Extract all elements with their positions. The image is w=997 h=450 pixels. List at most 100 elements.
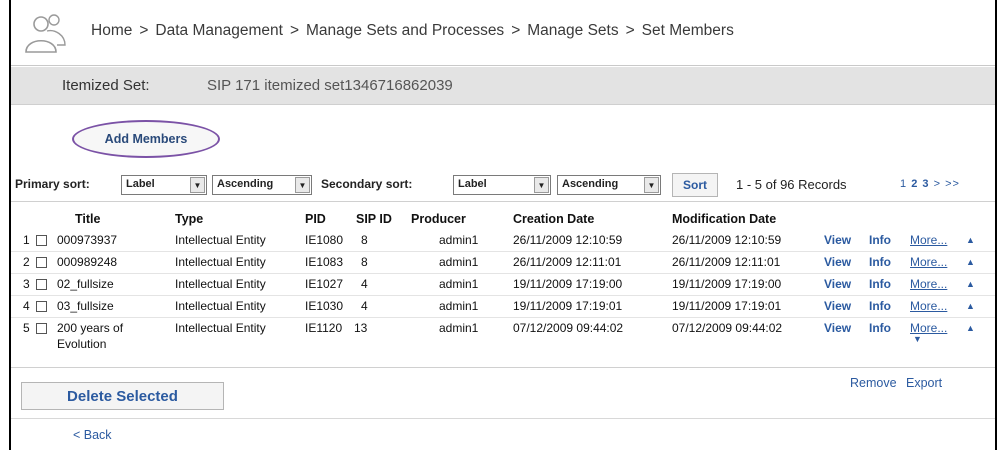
secondary-sort-label: Secondary sort: bbox=[321, 177, 413, 191]
header-sip-id[interactable]: SIP ID bbox=[356, 212, 392, 226]
header-title[interactable]: Title bbox=[75, 212, 100, 226]
records-count: 1 - 5 of 96 Records bbox=[736, 177, 847, 192]
row-producer: admin1 bbox=[439, 277, 479, 291]
view-link[interactable]: View bbox=[824, 277, 851, 291]
header-pid[interactable]: PID bbox=[305, 212, 326, 226]
more-link[interactable]: More... bbox=[910, 299, 947, 313]
next-page-link[interactable]: > bbox=[934, 178, 941, 190]
chevron-down-icon: ▼ bbox=[190, 177, 205, 193]
caret-down-icon[interactable]: ▼ bbox=[913, 334, 922, 344]
row-modification-date: 26/11/2009 12:10:59 bbox=[672, 233, 782, 247]
row-checkbox[interactable] bbox=[36, 257, 47, 268]
row-modification-date: 19/11/2009 17:19:01 bbox=[672, 299, 782, 313]
info-link[interactable]: Info bbox=[869, 255, 891, 269]
primary-sort-label: Primary sort: bbox=[15, 177, 90, 191]
delete-selected-button[interactable]: Delete Selected bbox=[21, 382, 224, 410]
secondary-sort-field-select[interactable]: Label ▼ bbox=[453, 175, 551, 195]
row-creation-date: 26/11/2009 12:11:01 bbox=[513, 255, 622, 269]
header-modification-date[interactable]: Modification Date bbox=[672, 212, 776, 226]
row-sip-id: 13 bbox=[354, 321, 368, 335]
primary-sort-field-select[interactable]: Label ▼ bbox=[121, 175, 207, 195]
breadcrumb: Home > Data Management > Manage Sets and Pro… bbox=[91, 22, 734, 40]
more-link[interactable]: More... bbox=[910, 277, 947, 291]
more-link[interactable]: More... bbox=[910, 321, 947, 335]
row-sip-id: 8 bbox=[361, 233, 368, 247]
primary-sort-order-value: Ascending bbox=[217, 178, 274, 190]
sort-button[interactable]: Sort bbox=[672, 173, 718, 197]
info-link[interactable]: Info bbox=[869, 233, 891, 247]
row-type: Intellectual Entity bbox=[175, 233, 266, 247]
row-number: 5 bbox=[23, 321, 30, 335]
row-number: 1 bbox=[23, 233, 30, 247]
pagination: 1 2 3 > >> bbox=[900, 178, 960, 190]
more-link[interactable]: More... bbox=[910, 255, 947, 269]
caret-up-icon[interactable]: ▲ bbox=[966, 279, 975, 289]
caret-up-icon[interactable]: ▲ bbox=[966, 323, 975, 333]
itemized-set-bar: Itemized Set: SIP 171 itemized set134671… bbox=[11, 67, 995, 105]
chevron-down-icon: ▼ bbox=[295, 177, 310, 193]
back-link[interactable]: < Back bbox=[73, 428, 112, 442]
row-sip-id: 4 bbox=[361, 277, 368, 291]
row-producer: admin1 bbox=[439, 233, 479, 247]
last-page-link[interactable]: >> bbox=[945, 178, 960, 190]
view-link[interactable]: View bbox=[824, 299, 851, 313]
breadcrumb-manage-sets-processes[interactable]: Manage Sets and Processes bbox=[306, 22, 504, 39]
chevron-down-icon: ▼ bbox=[534, 177, 549, 193]
add-members-button[interactable]: Add Members bbox=[72, 120, 220, 158]
more-link[interactable]: More... bbox=[910, 233, 947, 247]
row-title: 03_fullsize bbox=[57, 299, 114, 313]
view-link[interactable]: View bbox=[824, 255, 851, 269]
row-checkbox[interactable] bbox=[36, 279, 47, 290]
row-checkbox[interactable] bbox=[36, 301, 47, 312]
row-checkbox[interactable] bbox=[36, 235, 47, 246]
info-link[interactable]: Info bbox=[869, 299, 891, 313]
secondary-sort-order-value: Ascending bbox=[562, 178, 619, 190]
info-link[interactable]: Info bbox=[869, 321, 891, 335]
breadcrumb-manage-sets[interactable]: Manage Sets bbox=[527, 22, 618, 39]
chevron-down-icon: ▼ bbox=[644, 177, 659, 193]
breadcrumb-separator: > bbox=[139, 22, 149, 39]
divider bbox=[11, 367, 995, 368]
header-type[interactable]: Type bbox=[175, 212, 203, 226]
view-link[interactable]: View bbox=[824, 321, 851, 335]
row-sip-id: 8 bbox=[361, 255, 368, 269]
secondary-sort-order-select[interactable]: Ascending ▼ bbox=[557, 175, 661, 195]
page-frame: Home > Data Management > Manage Sets and Pro… bbox=[9, 0, 997, 450]
page-link-1[interactable]: 1 bbox=[900, 178, 907, 190]
row-type: Intellectual Entity bbox=[175, 255, 266, 269]
row-title: 02_fullsize bbox=[57, 277, 114, 291]
caret-up-icon[interactable]: ▲ bbox=[966, 257, 975, 267]
table-row: 5 200 years of Evolution Intellectual En… bbox=[11, 318, 995, 356]
row-producer: admin1 bbox=[439, 255, 479, 269]
row-pid: IE1080 bbox=[305, 233, 344, 247]
breadcrumb-separator: > bbox=[625, 22, 635, 39]
row-modification-date: 19/11/2009 17:19:00 bbox=[672, 277, 782, 291]
view-link[interactable]: View bbox=[824, 233, 851, 247]
row-title: 000973937 bbox=[57, 233, 118, 247]
sort-bar: Primary sort: Label ▼ Ascending ▼ Second… bbox=[11, 170, 995, 200]
breadcrumb-home[interactable]: Home bbox=[91, 22, 132, 39]
header-creation-date[interactable]: Creation Date bbox=[513, 212, 594, 226]
remove-link[interactable]: Remove bbox=[850, 376, 897, 390]
row-type: Intellectual Entity bbox=[175, 321, 266, 335]
export-link[interactable]: Export bbox=[906, 376, 942, 390]
row-type: Intellectual Entity bbox=[175, 299, 266, 313]
table-row: 1 000973937 Intellectual Entity IE1080 8… bbox=[11, 230, 995, 251]
breadcrumb-set-members: Set Members bbox=[641, 22, 734, 39]
secondary-sort-field-value: Label bbox=[458, 178, 487, 190]
caret-up-icon[interactable]: ▲ bbox=[966, 235, 975, 245]
page-link-3[interactable]: 3 bbox=[922, 178, 929, 190]
breadcrumb-separator: > bbox=[511, 22, 521, 39]
caret-up-icon[interactable]: ▲ bbox=[966, 301, 975, 311]
divider bbox=[11, 201, 995, 202]
row-title: 200 years of bbox=[57, 321, 124, 335]
row-pid: IE1027 bbox=[305, 277, 344, 291]
row-checkbox[interactable] bbox=[36, 323, 47, 334]
primary-sort-field-value: Label bbox=[126, 178, 155, 190]
page-link-2[interactable]: 2 bbox=[911, 178, 918, 190]
breadcrumb-data-management[interactable]: Data Management bbox=[155, 22, 283, 39]
info-link[interactable]: Info bbox=[869, 277, 891, 291]
row-creation-date: 07/12/2009 09:44:02 bbox=[513, 321, 624, 335]
header-producer[interactable]: Producer bbox=[411, 212, 466, 226]
primary-sort-order-select[interactable]: Ascending ▼ bbox=[212, 175, 312, 195]
